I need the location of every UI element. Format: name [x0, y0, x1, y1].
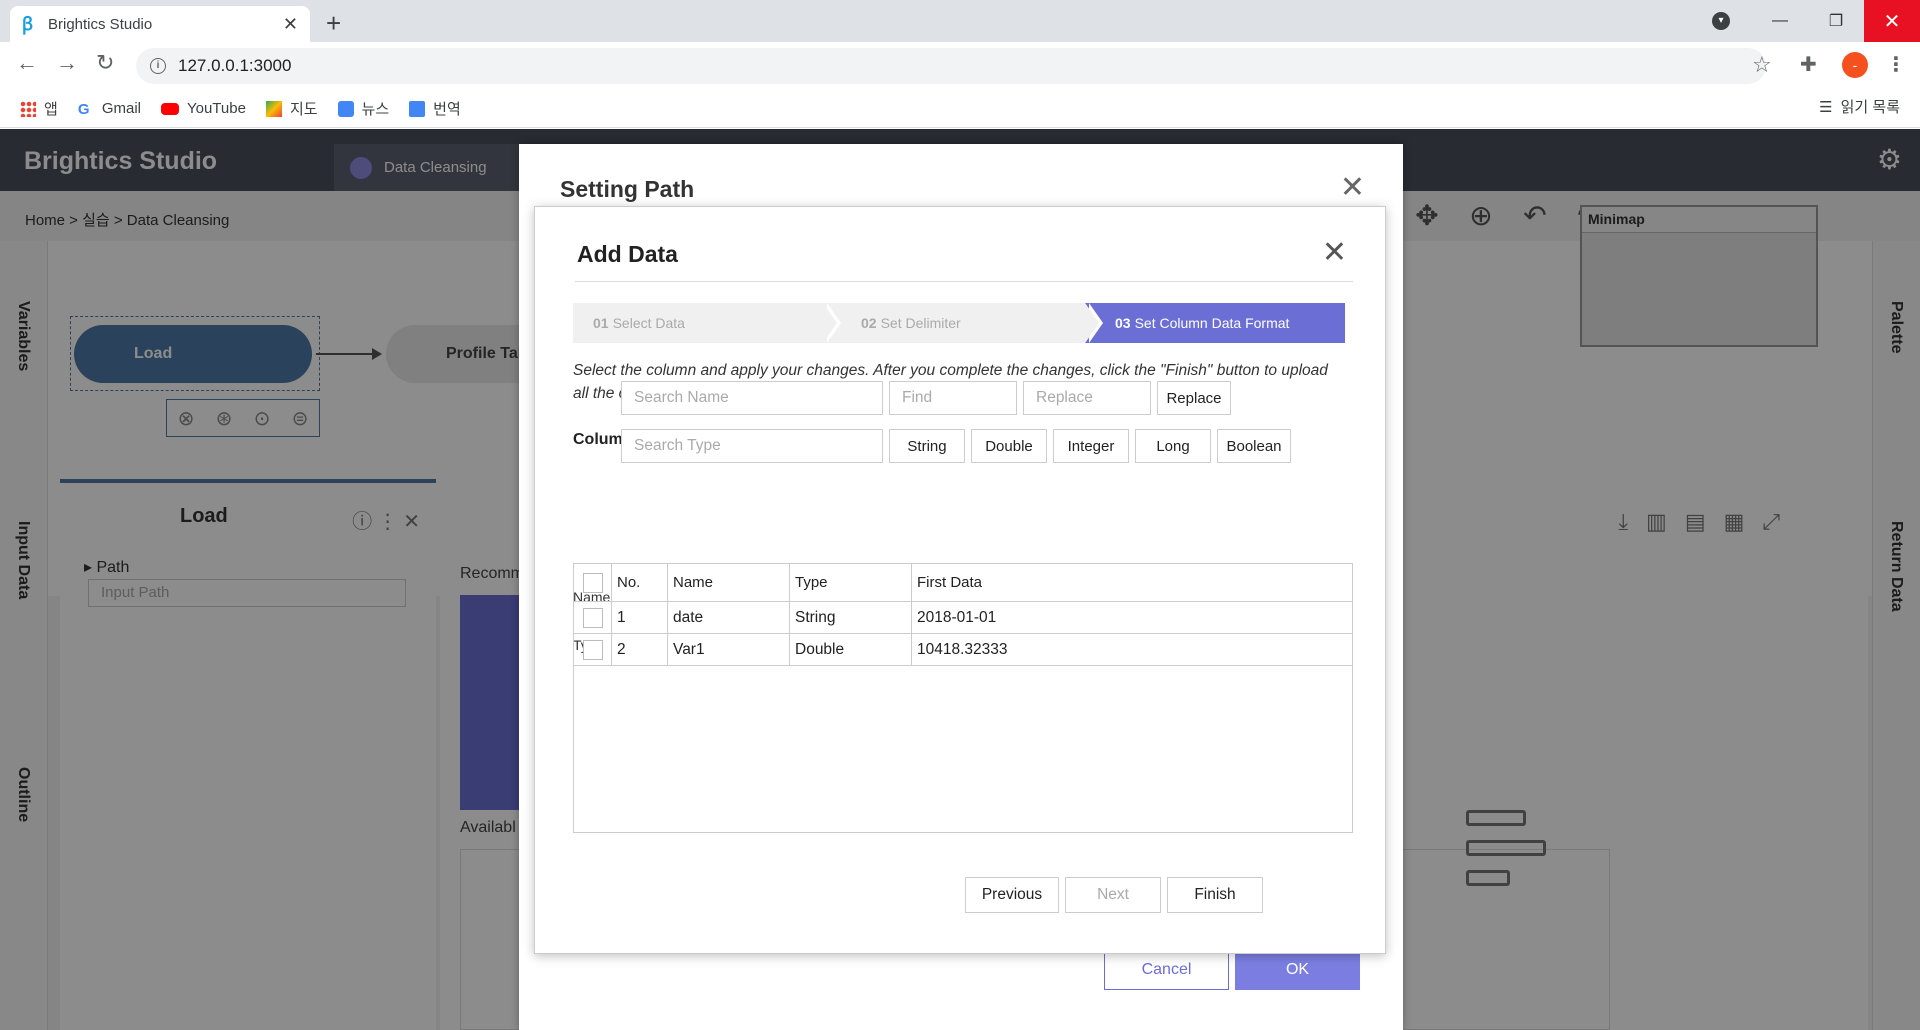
- cell-no: 1: [612, 602, 668, 633]
- bookmark-label: 앱: [44, 101, 58, 118]
- cell-type: String: [790, 602, 912, 633]
- reading-list[interactable]: ☰ 읽기 목록: [1819, 96, 1900, 117]
- google-icon: G: [77, 100, 90, 118]
- forward-icon[interactable]: →: [56, 50, 78, 76]
- url-text: 127.0.0.1:3000: [178, 56, 292, 75]
- type-double-button[interactable]: Double: [971, 429, 1047, 463]
- bookmark-label: 뉴스: [361, 101, 390, 118]
- header-first-data: First Data: [917, 574, 983, 591]
- type-long-button[interactable]: Long: [1135, 429, 1211, 463]
- tab-search-icon[interactable]: ▾: [1712, 12, 1730, 30]
- address-bar[interactable]: i 127.0.0.1:3000: [136, 48, 1766, 84]
- bookmark-label: YouTube: [186, 100, 246, 117]
- cell-first-data: 2018-01-01: [917, 608, 997, 626]
- browser-tab-strip: ꞵ Brightics Studio ✕ + ▾ — ❐ ✕: [0, 0, 1920, 42]
- bookmark-maps[interactable]: 지도: [265, 98, 318, 119]
- type-string-button[interactable]: String: [889, 429, 965, 463]
- site-info-icon[interactable]: i: [150, 58, 166, 74]
- browser-tab-title: Brightics Studio: [48, 15, 153, 33]
- header-type: Type: [790, 564, 912, 601]
- type-boolean-button[interactable]: Boolean: [1217, 429, 1291, 463]
- close-setting-path-icon[interactable]: ✕: [1340, 170, 1365, 205]
- bookmark-news[interactable]: 뉴스: [337, 98, 390, 119]
- translate-icon: [409, 100, 426, 117]
- ok-button[interactable]: OK: [1235, 950, 1360, 990]
- title-divider: [575, 281, 1353, 282]
- cancel-button[interactable]: Cancel: [1104, 950, 1229, 990]
- table-row[interactable]: 1 date String 2018-01-01: [574, 602, 1352, 634]
- bookmarks-bar: 앱 G Gmail YouTube 지도 뉴스 번역: [0, 90, 1920, 128]
- setting-path-title: Setting Path: [560, 176, 695, 202]
- step-set-delimiter: 02 Set Delimiter: [823, 303, 1103, 343]
- column-table: No. Name Type First Data 1 date String 2…: [573, 563, 1353, 833]
- cell-no: 2: [612, 634, 668, 665]
- news-icon: [337, 100, 354, 117]
- cell-type: Double: [790, 634, 912, 665]
- cell-name: date: [668, 602, 790, 633]
- bookmark-youtube[interactable]: YouTube: [160, 100, 246, 117]
- reading-list-label: 읽기 목록: [1840, 99, 1900, 116]
- previous-button[interactable]: Previous: [965, 877, 1059, 913]
- close-add-data-icon[interactable]: ✕: [1322, 235, 1347, 270]
- step-number: 01: [593, 315, 609, 331]
- table-header-row: No. Name Type First Data: [574, 564, 1352, 602]
- youtube-icon: [160, 102, 179, 115]
- wizard-steps: 01 Select Data 02 Set Delimiter 03 Set C…: [573, 303, 1345, 343]
- row-checkbox[interactable]: [582, 639, 603, 660]
- extensions-icon[interactable]: ✚: [1800, 52, 1817, 77]
- close-window-icon[interactable]: ✕: [1864, 0, 1920, 42]
- bookmark-translate[interactable]: 번역: [409, 98, 461, 119]
- step-select-data: 01 Select Data: [573, 303, 841, 343]
- reload-icon[interactable]: ↻: [96, 50, 114, 76]
- maps-icon: [265, 100, 282, 117]
- header-no: No.: [612, 564, 668, 601]
- bookmark-star-icon[interactable]: ☆: [1752, 52, 1772, 78]
- replace-input[interactable]: Replace: [1023, 381, 1151, 415]
- add-data-dialog: Add Data ✕ 01 Select Data 02 Set Delimit…: [534, 206, 1386, 954]
- step-label: Set Column Data Format: [1134, 315, 1290, 331]
- next-button[interactable]: Next: [1065, 877, 1161, 913]
- step-number: 03: [1115, 315, 1131, 331]
- header-name: Name: [668, 564, 790, 601]
- table-row[interactable]: 2 Var1 Double 10418.32333: [574, 634, 1352, 666]
- close-tab-icon[interactable]: ✕: [283, 14, 298, 35]
- row-checkbox[interactable]: [582, 607, 603, 628]
- new-tab-icon[interactable]: +: [326, 8, 341, 39]
- bookmark-apps[interactable]: 앱: [20, 98, 58, 119]
- step-set-column-data-format: 03 Set Column Data Format: [1085, 303, 1345, 343]
- bookmark-gmail[interactable]: G Gmail: [77, 100, 141, 118]
- bookmark-label: 번역: [433, 101, 461, 118]
- browser-menu-icon[interactable]: ⋮: [1886, 52, 1906, 77]
- step-label: Set Delimiter: [880, 315, 961, 331]
- brightics-favicon-icon: ꞵ: [22, 14, 34, 34]
- select-all-checkbox[interactable]: [582, 572, 603, 593]
- step-label: Select Data: [612, 315, 685, 331]
- bookmark-label: 지도: [289, 101, 318, 118]
- find-input[interactable]: Find: [889, 381, 1017, 415]
- type-integer-button[interactable]: Integer: [1053, 429, 1129, 463]
- profile-avatar[interactable]: -: [1842, 52, 1868, 78]
- cell-first-data: 10418.32333: [917, 640, 1008, 658]
- bookmark-label: Gmail: [101, 100, 141, 117]
- replace-button[interactable]: Replace: [1157, 381, 1231, 415]
- cell-name: Var1: [668, 634, 790, 665]
- finish-button[interactable]: Finish: [1167, 877, 1263, 913]
- search-type-input[interactable]: Search Type: [621, 429, 883, 463]
- search-name-input[interactable]: Search Name: [621, 381, 883, 415]
- apps-grid-icon: [20, 100, 36, 117]
- back-icon[interactable]: ←: [16, 50, 38, 76]
- restore-icon[interactable]: ❐: [1808, 0, 1864, 42]
- browser-tab[interactable]: ꞵ Brightics Studio ✕: [10, 6, 310, 42]
- add-data-title: Add Data: [577, 241, 678, 267]
- reading-list-icon: ☰: [1819, 98, 1833, 116]
- minimize-icon[interactable]: —: [1752, 0, 1808, 42]
- step-number: 02: [861, 315, 877, 331]
